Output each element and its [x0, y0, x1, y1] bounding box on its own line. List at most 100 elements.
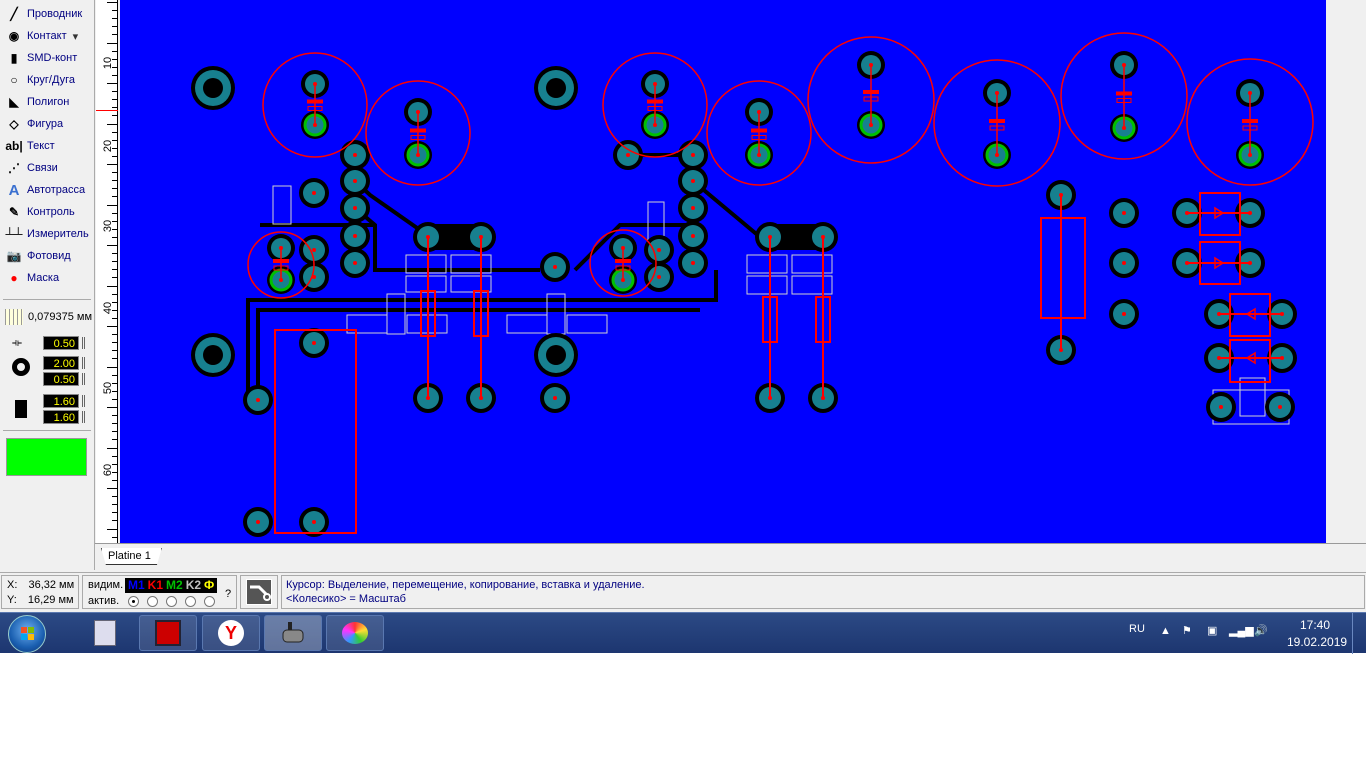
pad-hole[interactable]: [553, 396, 557, 400]
pad-hole[interactable]: [657, 248, 661, 252]
pad-inner-spinner[interactable]: [82, 373, 85, 385]
layer-toggle-4[interactable]: Ф: [204, 578, 214, 593]
tab-bar: Platine 1: [95, 543, 1366, 570]
pad-hole[interactable]: [1122, 312, 1126, 316]
x-coordinate: 36,32 мм: [28, 579, 75, 591]
tool-circle-arc[interactable]: ○ Круг/Дуга: [5, 70, 75, 90]
active-layer-color-swatch[interactable]: [6, 438, 87, 476]
pad-hole[interactable]: [353, 153, 357, 157]
track-width-field[interactable]: 0.50: [43, 336, 79, 350]
pad-hole[interactable]: [353, 179, 357, 183]
tool-text[interactable]: ab| Текст: [5, 136, 54, 156]
tool-mask[interactable]: ● Маска: [5, 268, 59, 288]
sprint-layout-icon: [282, 622, 304, 643]
layer-toggle-2[interactable]: M2: [166, 578, 183, 593]
smd-width-spinner[interactable]: [82, 395, 85, 407]
clock-time[interactable]: 17:40: [1300, 618, 1330, 632]
pad-hole[interactable]: [312, 341, 316, 345]
tab-platine-1[interactable]: Platine 1: [101, 548, 162, 565]
pad-inner-field[interactable]: 0.50: [43, 372, 79, 386]
active-layer-radio[interactable]: [128, 596, 139, 607]
layer-toggle-3[interactable]: K2: [186, 578, 201, 593]
contact-dropdown-arrow-icon[interactable]: ▾: [73, 30, 79, 43]
pad-hole[interactable]: [691, 153, 695, 157]
pad-outer-spinner[interactable]: [82, 357, 85, 369]
calculator-taskbar-button[interactable]: [76, 615, 134, 651]
active-layer-radio[interactable]: [147, 596, 158, 607]
photoview-icon: 📷: [6, 249, 22, 263]
pad-hole[interactable]: [626, 153, 630, 157]
status-bar: X: 36,32 мм Y: 16,29 мм видим. актив. M1…: [0, 572, 1366, 610]
tool-polygon[interactable]: ◣ Полигон: [5, 92, 69, 112]
pad-outer-field[interactable]: 2.00: [43, 356, 79, 370]
power-icon[interactable]: ▣: [1207, 624, 1217, 637]
ruler-tick: [112, 139, 117, 141]
tool-wire[interactable]: ╱ Проводник: [5, 4, 82, 24]
pad-hole[interactable]: [1219, 405, 1223, 409]
language-indicator[interactable]: RU: [1129, 623, 1145, 635]
help-button[interactable]: ?: [225, 588, 231, 600]
pad-hole[interactable]: [1278, 405, 1282, 409]
paint-taskbar-button[interactable]: [326, 615, 384, 651]
ruler-tick: [112, 131, 117, 133]
layer-toggle-0[interactable]: M1: [128, 578, 145, 593]
volume-icon[interactable]: 🔊: [1254, 624, 1268, 637]
pad-hole[interactable]: [203, 345, 223, 365]
tool-photoview[interactable]: 📷 Фотовид: [5, 246, 71, 266]
pad-hole[interactable]: [353, 234, 357, 238]
polygon-icon: ◣: [9, 95, 19, 109]
clock-date[interactable]: 19.02.2019: [1287, 635, 1347, 649]
show-hidden-icons[interactable]: ▲: [1160, 625, 1171, 637]
pcb-drawing[interactable]: [120, 0, 1326, 543]
yandex-browser-taskbar-button[interactable]: Y: [202, 615, 260, 651]
pad-hole[interactable]: [546, 345, 566, 365]
smd-height-spinner[interactable]: [82, 411, 85, 423]
track-width-spinner[interactable]: [82, 337, 85, 349]
sprint-layout-taskbar-button[interactable]: [264, 615, 322, 651]
pad-hole[interactable]: [691, 179, 695, 183]
y-label: Y:: [7, 594, 17, 606]
network-signal-icon[interactable]: ▂▄▆: [1229, 624, 1254, 637]
save-app-taskbar-button[interactable]: [139, 615, 197, 651]
tool-check[interactable]: ✎ Контроль: [5, 202, 75, 222]
pad-hole[interactable]: [256, 520, 260, 524]
pad-hole[interactable]: [312, 248, 316, 252]
tool-contact[interactable]: ◉ Контакт ▾: [5, 26, 78, 46]
show-desktop-button[interactable]: [1352, 613, 1366, 654]
active-layer-radio[interactable]: [185, 596, 196, 607]
smd-width-field[interactable]: 1.60: [43, 394, 79, 408]
pcb-canvas[interactable]: [120, 0, 1326, 543]
pad-hole[interactable]: [691, 234, 695, 238]
active-layer-radio[interactable]: [204, 596, 215, 607]
layer-toggle-1[interactable]: K1: [148, 578, 163, 593]
tool-measure[interactable]: ┴┴ Измеритель: [5, 224, 88, 244]
pad-hole[interactable]: [553, 265, 557, 269]
start-button[interactable]: [8, 615, 46, 653]
tool-shape[interactable]: ◇ Фигура: [5, 114, 63, 134]
pad-hole[interactable]: [312, 520, 316, 524]
smd-height-field[interactable]: 1.60: [43, 410, 79, 424]
active-layer-radio[interactable]: [166, 596, 177, 607]
ruler-tick: [112, 293, 117, 295]
tool-autoroute[interactable]: A Автотрасса: [5, 180, 86, 200]
tool-connections[interactable]: ⋰ Связи: [5, 158, 58, 178]
smd-outline: [746, 275, 788, 295]
pad-hole[interactable]: [256, 398, 260, 402]
grid-size[interactable]: 0,079375 мм: [28, 311, 92, 323]
pad-hole[interactable]: [353, 261, 357, 265]
ruler-tick: [107, 42, 117, 44]
ruler-tick: [112, 188, 117, 190]
pad-hole[interactable]: [691, 261, 695, 265]
pad-hole[interactable]: [1122, 261, 1126, 265]
pad-hole[interactable]: [353, 206, 357, 210]
pad-hole[interactable]: [657, 275, 661, 279]
action-center-flag-icon[interactable]: ⚑: [1182, 624, 1192, 637]
pad-hole[interactable]: [203, 78, 223, 98]
autoroute-icon: A: [8, 181, 20, 199]
pad-hole[interactable]: [691, 206, 695, 210]
tool-smd-pad[interactable]: ▮ SMD-конт: [5, 48, 78, 68]
pad-hole[interactable]: [546, 78, 566, 98]
pad-hole[interactable]: [1122, 211, 1126, 215]
pad-hole[interactable]: [312, 191, 316, 195]
select-cursor-icon[interactable]: [246, 579, 272, 605]
